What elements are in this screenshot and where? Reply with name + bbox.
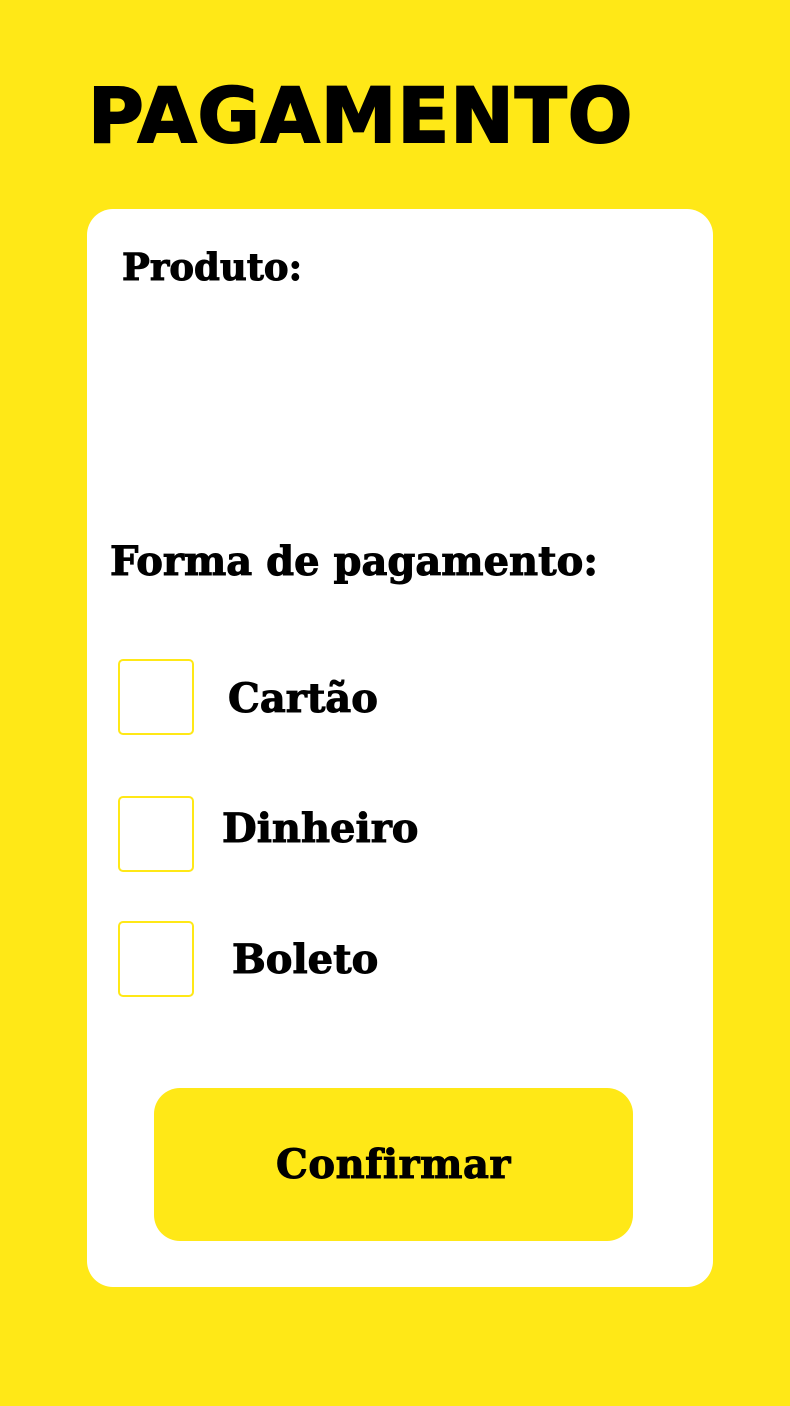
cartao-option-label[interactable]: Cartão [228,678,379,719]
dinheiro-checkbox[interactable] [118,796,194,872]
cartao-checkbox[interactable] [118,659,194,735]
product-label: Produto: [121,245,303,289]
dinheiro-option-label[interactable]: Dinheiro [221,808,418,849]
payment-method-label: Forma de pagamento: [109,538,599,585]
boleto-option-label[interactable]: Boleto [231,939,378,980]
confirm-button-label: Confirmar [276,1141,511,1189]
confirm-button[interactable]: Confirmar [154,1088,633,1241]
payment-card: Produto: Forma de pagamento: Cartão Dinh… [87,209,713,1287]
boleto-checkbox[interactable] [118,921,194,997]
page-title: PAGAMENTO [87,71,634,160]
